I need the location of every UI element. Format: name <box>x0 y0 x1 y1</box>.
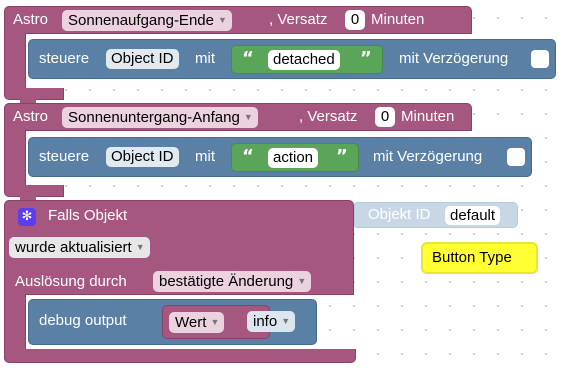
quote-open-icon: “ <box>242 48 254 69</box>
offset-input[interactable]: 0 <box>345 10 365 30</box>
trigger-value: bestätigte Änderung <box>159 273 294 290</box>
object-id-block[interactable]: Objekt ID default <box>354 202 518 228</box>
offset-input[interactable]: 0 <box>375 107 395 127</box>
offset-label: , Versatz <box>269 11 328 28</box>
condition-value: wurde aktualisiert <box>15 239 132 256</box>
comment-note[interactable]: Button Type <box>421 242 538 274</box>
astro-label: Astro <box>13 108 49 125</box>
dropdown-arrow-icon: ▼ <box>243 112 253 122</box>
debug-label: debug output <box>39 312 127 329</box>
gear-icon[interactable]: ✻ <box>18 208 36 226</box>
astro-event-value: Sonnenaufgang-Ende <box>68 12 214 29</box>
with-label: mit <box>195 148 215 165</box>
control-label: steuere <box>39 148 90 165</box>
value-dropdown[interactable]: Wert ▼ <box>169 312 225 333</box>
object-id-value[interactable]: default <box>445 206 501 225</box>
astro-block-1[interactable]: Astro Sonnenaufgang-Ende ▼ , Versatz 0 M… <box>4 6 472 34</box>
trigger-block[interactable]: ✻ Falls Objekt wurde aktualisiert ▼ Ausl… <box>4 200 354 295</box>
debug-block[interactable]: debug output Wert ▼ info ▼ <box>28 299 317 345</box>
quote-close-icon: ” <box>336 146 348 167</box>
astro-block-2-side <box>4 130 26 186</box>
astro-event-value: Sonnenuntergang-Anfang <box>68 109 240 126</box>
log-level-dropdown[interactable]: info ▼ <box>247 311 296 332</box>
control-block-2[interactable]: steuere Object ID mit “ action ” mit Ver… <box>28 137 532 177</box>
comment-text: Button Type <box>432 249 512 266</box>
astro-block-2[interactable]: Astro Sonnenuntergang-Anfang ▼ , Versatz… <box>4 103 472 131</box>
log-level-value: info <box>253 313 278 330</box>
minutes-label: Minuten <box>371 11 425 28</box>
trigger-dropdown[interactable]: bestätigte Änderung ▼ <box>153 271 312 292</box>
trigger-title: Falls Objekt <box>48 207 128 224</box>
with-label: mit <box>195 50 215 67</box>
delay-checkbox[interactable] <box>507 148 525 166</box>
dropdown-arrow-icon: ▼ <box>210 317 220 327</box>
dropdown-arrow-icon: ▼ <box>297 276 307 286</box>
dropdown-arrow-icon: ▼ <box>135 242 145 252</box>
text-value[interactable]: action <box>268 148 319 168</box>
delay-checkbox[interactable] <box>531 50 549 68</box>
trigger-block-side <box>4 294 26 350</box>
control-label: steuere <box>39 50 90 67</box>
astro-block-1-side <box>4 33 26 89</box>
control-block-1[interactable]: steuere Object ID mit “ detached ” mit V… <box>28 39 556 79</box>
offset-label: , Versatz <box>299 108 358 125</box>
astro-event-dropdown[interactable]: Sonnenaufgang-Ende ▼ <box>62 10 232 31</box>
condition-dropdown[interactable]: wurde aktualisiert ▼ <box>9 237 150 258</box>
quote-open-icon: “ <box>242 146 254 167</box>
text-block[interactable]: “ detached ” <box>231 45 383 74</box>
object-id-field[interactable]: Object ID <box>106 147 179 167</box>
minutes-label: Minuten <box>401 108 455 125</box>
value-dropdown-text: Wert <box>175 314 207 331</box>
delay-label: mit Verzögerung <box>373 148 483 165</box>
quote-close-icon: ” <box>360 48 372 69</box>
delay-label: mit Verzögerung <box>399 50 509 67</box>
dropdown-arrow-icon: ▼ <box>218 15 227 25</box>
dropdown-arrow-icon: ▼ <box>281 316 291 326</box>
astro-label: Astro <box>13 11 49 28</box>
text-value[interactable]: detached <box>268 50 340 70</box>
trigger-block-footer <box>4 349 356 363</box>
text-block[interactable]: “ action ” <box>231 143 359 172</box>
trigger-label: Auslösung durch <box>15 273 127 290</box>
object-id-field[interactable]: Object ID <box>106 49 179 69</box>
astro-event-dropdown[interactable]: Sonnenuntergang-Anfang ▼ <box>62 107 258 128</box>
object-id-label: Objekt ID <box>368 206 431 223</box>
